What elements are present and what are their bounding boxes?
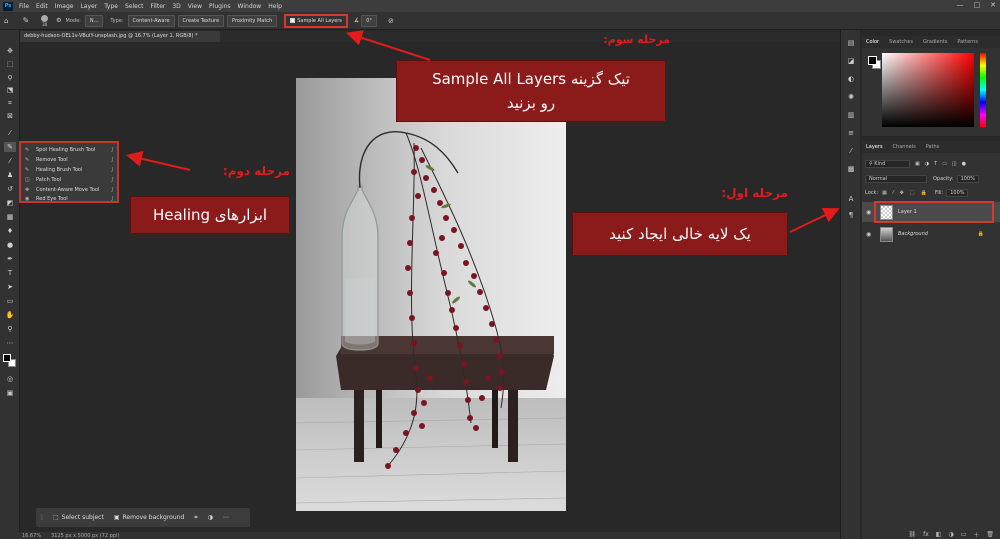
- arrow-to-sample-all-layers: [346, 30, 431, 61]
- annotation-arrows: [126, 30, 840, 233]
- foreground-color-swatch[interactable]: [3, 354, 11, 362]
- arrow-to-new-layer: [789, 207, 840, 233]
- foreground-swatch[interactable]: [868, 56, 877, 65]
- arrow-to-healing-tools: [126, 150, 191, 171]
